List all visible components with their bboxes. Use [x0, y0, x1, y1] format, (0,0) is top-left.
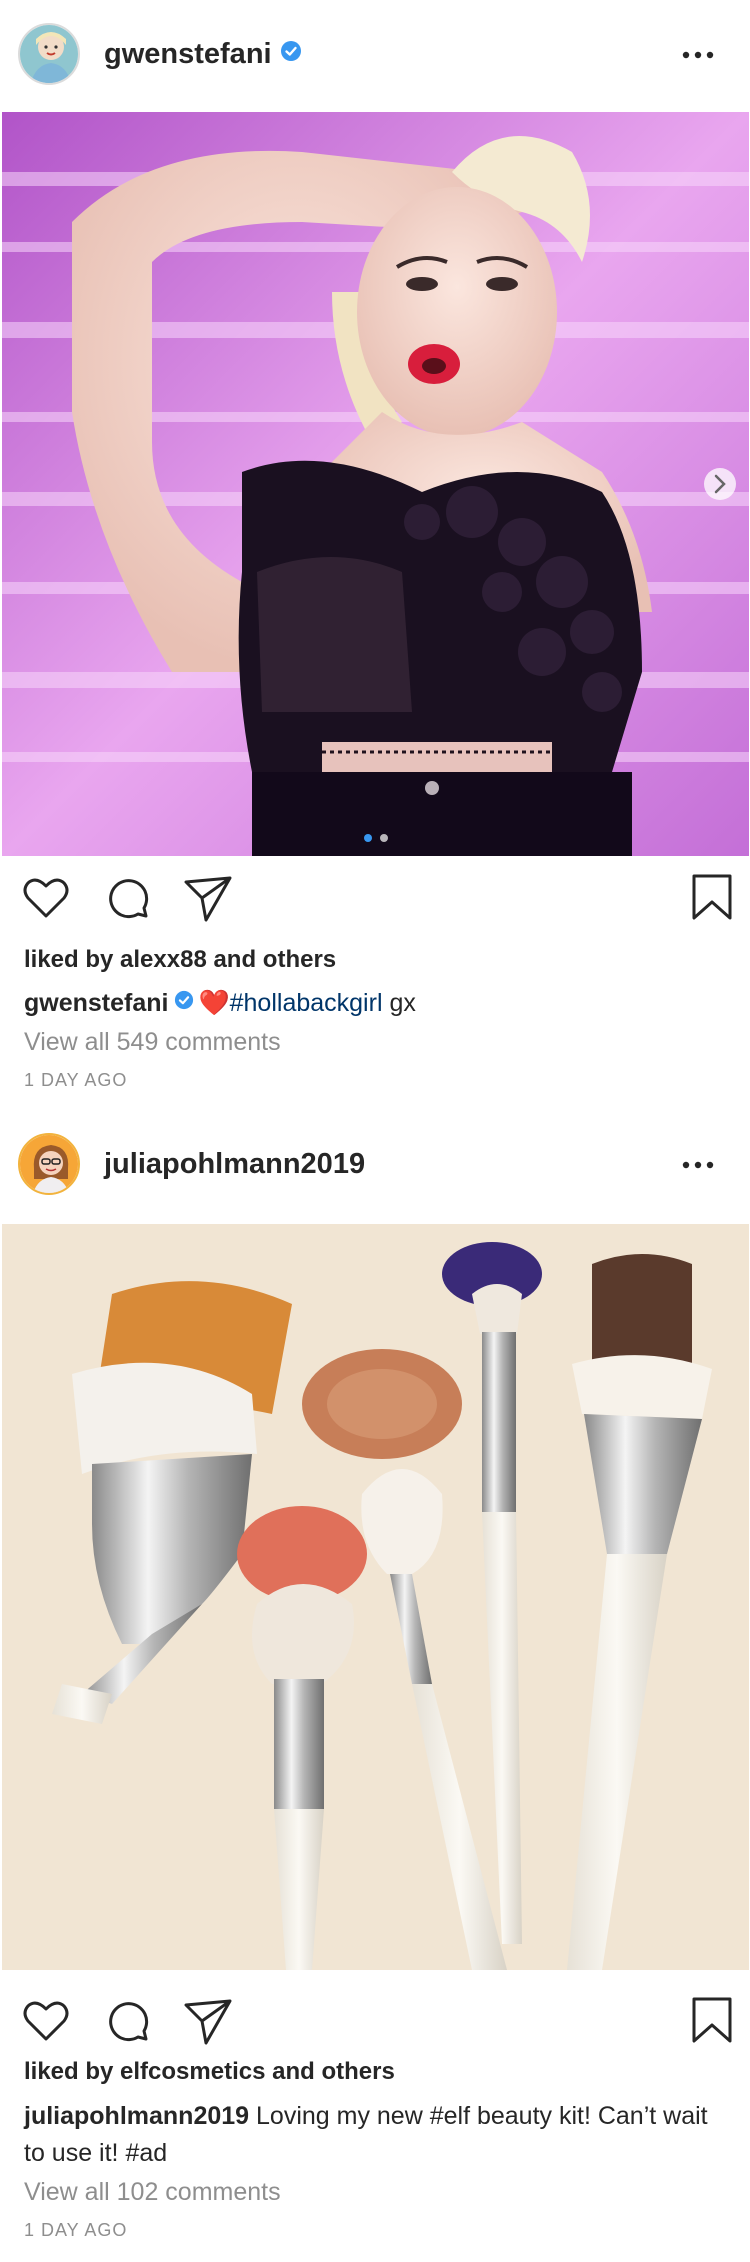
caption-username[interactable]: gwenstefani: [24, 989, 168, 1017]
send-icon[interactable]: [182, 1995, 234, 2047]
heart-icon[interactable]: [20, 872, 72, 924]
send-icon[interactable]: [182, 872, 234, 924]
post-caption: gwenstefani ❤️#hollabackgirl gx: [24, 985, 729, 1022]
bookmark-icon[interactable]: [686, 1995, 738, 2047]
view-comments-link[interactable]: View all 549 comments: [24, 1028, 281, 1057]
post-timestamp: 1 DAY AGO: [24, 2220, 128, 2240]
carousel-dot: [380, 834, 388, 842]
more-options-icon[interactable]: [676, 1150, 720, 1180]
feed-post: gwenstefani liked by alexx88 and others …: [0, 0, 750, 1110]
carousel-dot-active: [364, 834, 372, 842]
post-header: juliapohlmann2019: [0, 1110, 750, 1220]
heart-icon[interactable]: [20, 1995, 72, 2047]
feed-post: juliapohlmann2019 liked by elfcosmetics …: [0, 1110, 750, 2262]
post-actions: [0, 862, 750, 932]
chevron-right-icon[interactable]: [704, 468, 736, 500]
comment-icon[interactable]: [102, 1995, 154, 2047]
view-comments-link[interactable]: View all 102 comments: [24, 2178, 281, 2207]
avatar[interactable]: [18, 23, 80, 85]
bookmark-icon[interactable]: [686, 872, 738, 924]
likes-text[interactable]: liked by elfcosmetics and others: [24, 2058, 395, 2086]
post-username[interactable]: juliapohlmann2019: [104, 1144, 365, 1184]
post-image[interactable]: [2, 1224, 749, 1970]
post-actions: [0, 1985, 750, 2055]
likes-text[interactable]: liked by alexx88 and others: [24, 946, 336, 974]
verified-badge-icon: [174, 984, 194, 1021]
hashtag-link[interactable]: #hollabackgirl: [230, 989, 383, 1017]
post-header: gwenstefani: [0, 0, 750, 110]
comment-icon[interactable]: [102, 872, 154, 924]
heart-emoji-icon: ❤️: [198, 989, 230, 1017]
verified-badge-icon: [280, 33, 302, 73]
caption-text: gx: [382, 989, 416, 1017]
post-timestamp: 1 DAY AGO: [24, 1070, 128, 1090]
post-username[interactable]: gwenstefani: [104, 34, 302, 74]
more-options-icon[interactable]: [676, 40, 720, 70]
caption-username[interactable]: juliapohlmann2019: [24, 2102, 249, 2130]
post-image[interactable]: [2, 112, 749, 856]
avatar[interactable]: [18, 1133, 80, 1195]
post-caption: juliapohlmann2019 Loving my new #elf bea…: [24, 2098, 729, 2172]
